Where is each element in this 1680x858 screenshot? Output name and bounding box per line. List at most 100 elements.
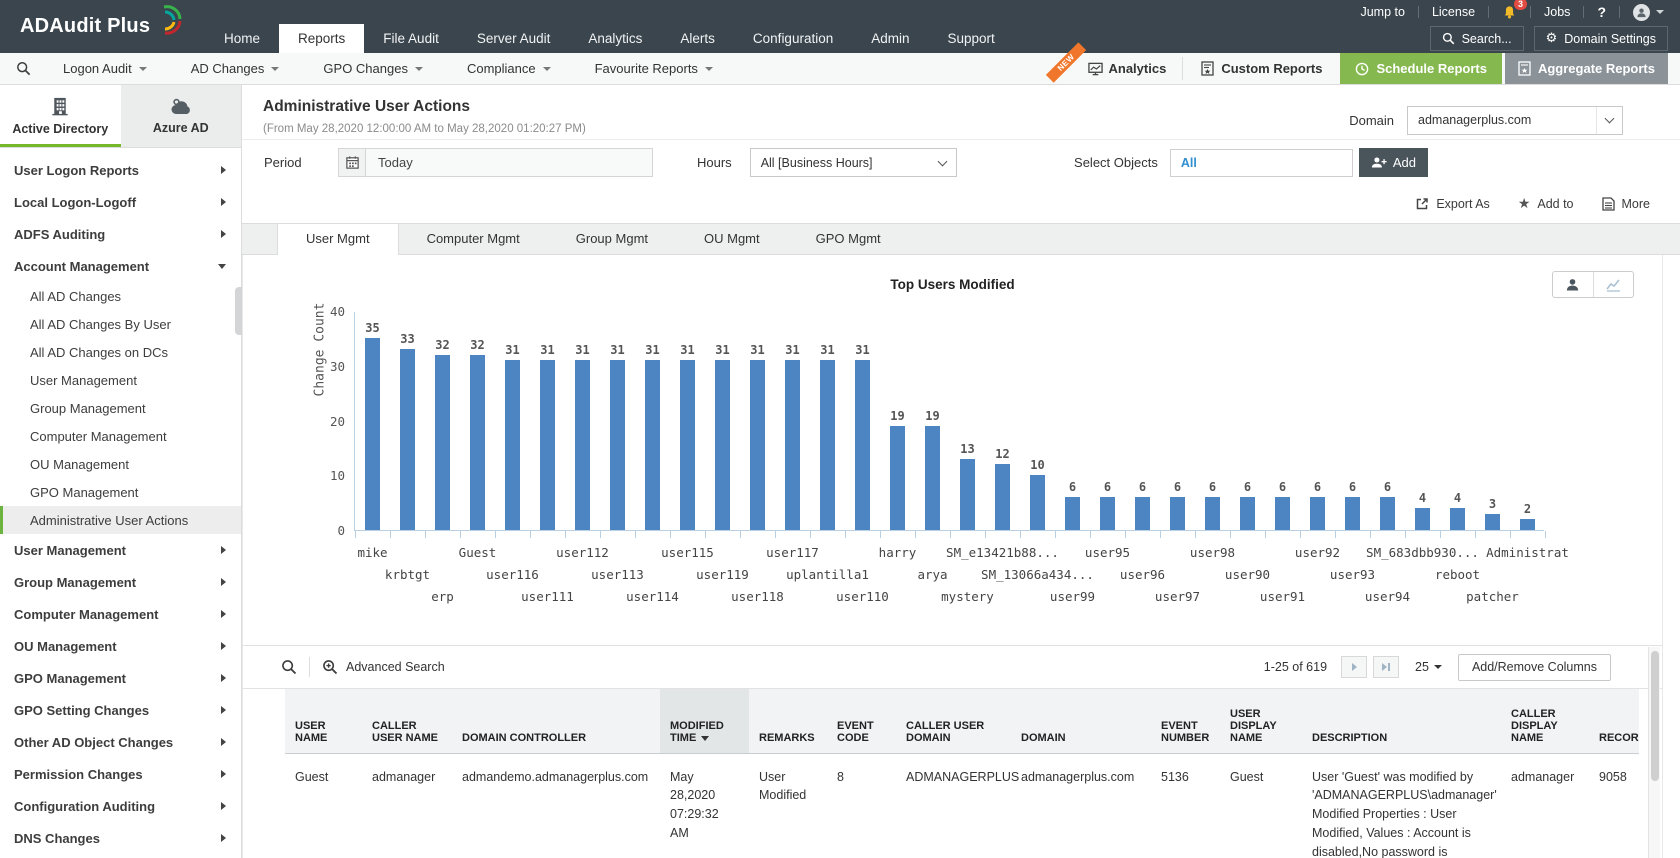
last-page-button[interactable] [1373, 656, 1399, 678]
chart-bar [505, 360, 520, 530]
sort-desc-icon [701, 736, 709, 741]
divider [309, 657, 310, 677]
user-menu[interactable] [1633, 4, 1664, 21]
adaudit-plus-app: ADAudit Plus Jump to License 3 Jobs [0, 0, 1680, 858]
app-logo[interactable]: ADAudit Plus [0, 0, 205, 53]
notifications-button[interactable]: 3 [1502, 5, 1517, 20]
col-header-domain[interactable]: DOMAIN [1011, 689, 1151, 753]
next-page-button[interactable] [1341, 656, 1367, 678]
analytics-menu[interactable]: NEW Analytics [1056, 53, 1183, 84]
sidebar-item-computer-management[interactable]: Computer Management [0, 598, 241, 630]
license-link[interactable]: License [1432, 5, 1475, 19]
col-header-domain-controller[interactable]: DOMAIN CONTROLLER [452, 689, 660, 753]
col-header-description[interactable]: DESCRIPTION [1302, 689, 1501, 753]
user-chart-toggle-button[interactable] [1553, 272, 1593, 297]
sidebar-item-administrative-user-actions[interactable]: Administrative User Actions [0, 506, 241, 534]
add-to-button[interactable]: ★ Add to [1518, 197, 1574, 211]
tab-azure-ad[interactable]: Azure AD [121, 85, 242, 147]
scrollbar-handle[interactable] [1651, 651, 1659, 781]
col-header-user-display-name[interactable]: USER DISPLAY NAME [1220, 689, 1302, 753]
sidebar-item-configuration-auditing[interactable]: Configuration Auditing [0, 790, 241, 822]
sidebar-collapse-handle[interactable] [235, 287, 242, 335]
col-header-remarks[interactable]: REMARKS [749, 689, 827, 753]
schedule-reports-button[interactable]: Schedule Reports [1340, 53, 1502, 84]
col-header-modified-time[interactable]: MODIFIED TIME [660, 689, 749, 753]
sidebar-item-ou-management[interactable]: OU Management [0, 630, 241, 662]
sidebar-item-other-ad-object-changes[interactable]: Other AD Object Changes [0, 726, 241, 758]
tab-computer-mgmt[interactable]: Computer Mgmt [399, 224, 548, 254]
nav-item-server-audit[interactable]: Server Audit [458, 24, 570, 53]
page-size-select[interactable]: 25 [1415, 660, 1442, 674]
tab-gpo-mgmt[interactable]: GPO Mgmt [788, 224, 909, 254]
sidebar-item-computer-management[interactable]: Computer Management [0, 422, 241, 450]
help-button[interactable]: ? [1597, 4, 1606, 20]
nav-item-alerts[interactable]: Alerts [661, 24, 734, 53]
table-scrollbar[interactable] [1648, 647, 1660, 858]
nav-item-analytics[interactable]: Analytics [569, 24, 661, 53]
domain-select[interactable]: admanagerplus.com [1407, 106, 1623, 135]
toolbar-menu-gpo-changes[interactable]: GPO Changes [301, 53, 445, 85]
col-header-event-number[interactable]: EVENT NUMBER [1151, 689, 1220, 753]
sidebar-item-group-management[interactable]: Group Management [0, 566, 241, 598]
calendar-button[interactable] [338, 148, 366, 177]
table-search-button[interactable] [281, 659, 297, 675]
toolbar-menu-logon-audit[interactable]: Logon Audit [41, 53, 169, 85]
chart-bar [1135, 497, 1150, 530]
sidebar-item-all-ad-changes-on-dcs[interactable]: All AD Changes on DCs [0, 338, 241, 366]
sidebar-item-account-management[interactable]: Account Management [0, 250, 241, 282]
nav-item-admin[interactable]: Admin [852, 24, 928, 53]
chart-bar [715, 360, 730, 530]
more-button[interactable]: More [1602, 197, 1650, 211]
sidebar-item-local-logon-logoff[interactable]: Local Logon-Logoff [0, 186, 241, 218]
sidebar-item-all-ad-changes[interactable]: All AD Changes [0, 282, 241, 310]
domain-settings-button[interactable]: ⚙ Domain Settings [1534, 26, 1668, 51]
tab-ou-mgmt[interactable]: OU Mgmt [676, 224, 788, 254]
toolbar-menu-favourite-reports[interactable]: Favourite Reports [573, 53, 735, 85]
sidebar-item-user-management[interactable]: User Management [0, 534, 241, 566]
report-search-button[interactable] [16, 61, 31, 76]
sidebar-item-ou-management[interactable]: OU Management [0, 450, 241, 478]
period-input[interactable]: Today [366, 148, 653, 177]
select-objects-input[interactable]: All [1170, 149, 1353, 177]
toolbar-menu-compliance[interactable]: Compliance [445, 53, 573, 85]
bar-value-label: 6 [1139, 480, 1146, 494]
nav-item-file-audit[interactable]: File Audit [364, 24, 458, 53]
sidebar-item-gpo-management[interactable]: GPO Management [0, 662, 241, 694]
sidebar-item-dns-changes[interactable]: DNS Changes [0, 822, 241, 854]
advanced-search-button[interactable]: Advanced Search [322, 659, 445, 675]
custom-reports-menu[interactable]: Custom Reports [1183, 53, 1340, 84]
sidebar-item-all-ad-changes-by-user[interactable]: All AD Changes By User [0, 310, 241, 338]
sidebar-item-adfs-auditing[interactable]: ADFS Auditing [0, 218, 241, 250]
col-header-record-number[interactable]: RECORD NUMBER [1589, 689, 1639, 753]
col-header-caller-user-domain[interactable]: CALLER USER DOMAIN [896, 689, 1011, 753]
col-header-user-name[interactable]: USER NAME [285, 689, 362, 753]
line-chart-toggle-button[interactable] [1593, 272, 1634, 297]
aggregate-reports-button[interactable]: Aggregate Reports [1505, 53, 1668, 84]
tab-user-mgmt[interactable]: User Mgmt [277, 224, 399, 255]
add-objects-button[interactable]: Add [1359, 148, 1428, 177]
col-header-caller-user-name[interactable]: CALLER USER NAME [362, 689, 452, 753]
nav-item-home[interactable]: Home [205, 24, 279, 53]
nav-item-support[interactable]: Support [929, 24, 1014, 53]
sidebar-item-user-logon-reports[interactable]: User Logon Reports [0, 154, 241, 186]
sidebar-item-permission-changes[interactable]: Permission Changes [0, 758, 241, 790]
jobs-link[interactable]: Jobs [1544, 5, 1570, 19]
add-remove-columns-button[interactable]: Add/Remove Columns [1458, 654, 1611, 681]
sidebar-item-gpo-management[interactable]: GPO Management [0, 478, 241, 506]
sidebar-item-gpo-setting-changes[interactable]: GPO Setting Changes [0, 694, 241, 726]
global-search-button[interactable]: Search... [1430, 26, 1524, 51]
nav-item-configuration[interactable]: Configuration [734, 24, 852, 53]
hours-select[interactable]: All [Business Hours] [750, 148, 957, 177]
sidebar-item-user-management[interactable]: User Management [0, 366, 241, 394]
tab-active-directory[interactable]: Active Directory [0, 85, 121, 147]
toolbar-menu-ad-changes[interactable]: AD Changes [169, 53, 302, 85]
sidebar-item-group-management[interactable]: Group Management [0, 394, 241, 422]
col-header-caller-display-name[interactable]: CALLER DISPLAY NAME [1501, 689, 1589, 753]
tab-group-mgmt[interactable]: Group Mgmt [548, 224, 676, 254]
jump-to-link[interactable]: Jump to [1360, 5, 1404, 19]
col-header-event-code[interactable]: EVENT CODE [827, 689, 896, 753]
chart-bar [1415, 508, 1430, 530]
bar-value-label: 31 [505, 343, 519, 357]
export-as-button[interactable]: Export As [1415, 197, 1490, 211]
nav-item-reports[interactable]: Reports [279, 24, 364, 53]
